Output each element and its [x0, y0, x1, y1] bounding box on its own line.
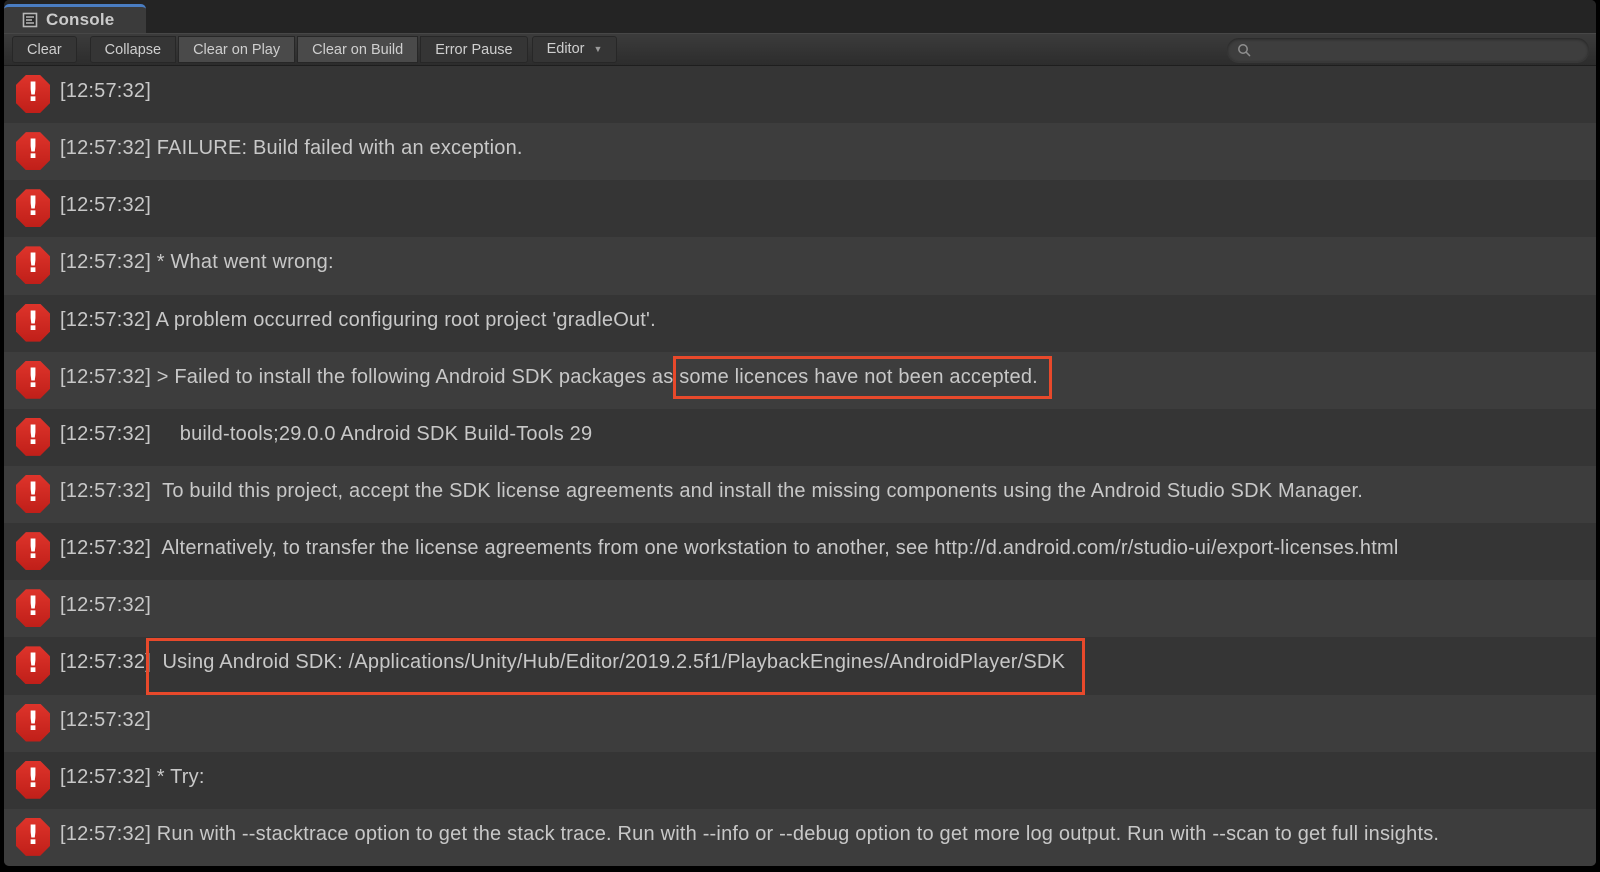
log-timestamp: [12:57:32]	[60, 423, 151, 445]
error-icon	[16, 646, 50, 684]
log-message: [12:57:32] Alternatively, to transfer th…	[60, 536, 1399, 560]
log-entry[interactable]: [12:57:32] To build this project, accept…	[4, 466, 1596, 523]
log-entry[interactable]: [12:57:32] FAILURE: Build failed with an…	[4, 123, 1596, 180]
log-message: [12:57:32] To build this project, accept…	[60, 479, 1363, 503]
clear-on-play-button[interactable]: Clear on Play	[178, 36, 295, 63]
log-message: [12:57:32] A problem occurred configurin…	[60, 308, 656, 332]
log-message: [12:57:32] * Try:	[60, 765, 205, 789]
log-text: Run with --stacktrace option to get the …	[151, 823, 1439, 845]
log-message: [12:57:32] build-tools;29.0.0 Android SD…	[60, 422, 592, 446]
log-text: FAILURE: Build failed with an exception.	[151, 137, 523, 159]
collapse-button[interactable]: Collapse	[90, 36, 176, 63]
error-icon	[16, 475, 50, 513]
error-icon	[16, 761, 50, 799]
annotation-highlight-box: Using Android SDK: /Applications/Unity/H…	[162, 651, 1065, 673]
log-timestamp: [12:57:32]	[60, 137, 151, 159]
error-icon	[16, 189, 50, 227]
log-text	[151, 651, 163, 673]
log-message: [12:57:32] * What went wrong:	[60, 250, 334, 274]
log-entry[interactable]: [12:57:32] * Try:	[4, 752, 1596, 809]
error-icon	[16, 418, 50, 456]
error-icon	[16, 304, 50, 342]
editor-dropdown[interactable]: Editor ▼	[532, 36, 618, 63]
log-timestamp: [12:57:32]	[60, 194, 151, 216]
annotation-highlight-box: some licences have not been accepted.	[679, 366, 1038, 388]
log-entry[interactable]: [12:57:32] * What went wrong:	[4, 237, 1596, 294]
log-message: [12:57:32] > Failed to install the follo…	[60, 365, 1038, 389]
log-text: To build this project, accept the SDK li…	[151, 480, 1363, 502]
log-timestamp: [12:57:32]	[60, 594, 151, 616]
console-log: [12:57:32] [12:57:32] FAILURE: Build fai…	[4, 66, 1596, 866]
log-entry[interactable]: [12:57:32] > Failed to install the follo…	[4, 352, 1596, 409]
log-timestamp: [12:57:32]	[60, 251, 151, 273]
error-icon	[16, 246, 50, 284]
tab-console[interactable]: Console	[4, 4, 146, 33]
log-message: [12:57:32]	[60, 593, 151, 617]
log-timestamp: [12:57:32]	[60, 823, 151, 845]
console-window: Console Clear Collapse Clear on Play Cle…	[4, 0, 1596, 866]
chevron-down-icon: ▼	[593, 36, 602, 63]
search-input[interactable]	[1257, 38, 1577, 62]
log-message: [12:57:32] Run with --stacktrace option …	[60, 822, 1439, 846]
error-icon	[16, 361, 50, 399]
log-timestamp: [12:57:32]	[60, 709, 151, 731]
log-text: * What went wrong:	[151, 251, 334, 273]
log-text: build-tools;29.0.0 Android SDK Build-Too…	[151, 423, 592, 445]
log-message: [12:57:32]	[60, 79, 151, 103]
log-entry[interactable]: [12:57:32] A problem occurred configurin…	[4, 295, 1596, 352]
error-icon	[16, 589, 50, 627]
log-text: Alternatively, to transfer the license a…	[151, 537, 1399, 559]
log-entry[interactable]: [12:57:32]	[4, 580, 1596, 637]
log-entry[interactable]: [12:57:32] Alternatively, to transfer th…	[4, 523, 1596, 580]
log-timestamp: [12:57:32]	[60, 537, 151, 559]
clear-on-build-button[interactable]: Clear on Build	[297, 36, 418, 63]
editor-dropdown-label: Editor	[547, 36, 585, 63]
error-icon	[16, 132, 50, 170]
log-message: [12:57:32]	[60, 193, 151, 217]
log-entry[interactable]: [12:57:32]	[4, 695, 1596, 752]
error-icon	[16, 75, 50, 113]
log-text: * Try:	[151, 766, 205, 788]
log-entry[interactable]: [12:57:32]	[4, 180, 1596, 237]
log-entry[interactable]: [12:57:32] Using Android SDK: /Applicati…	[4, 637, 1596, 694]
log-message: [12:57:32] Using Android SDK: /Applicati…	[60, 650, 1065, 674]
log-timestamp: [12:57:32]	[60, 651, 151, 673]
log-timestamp: [12:57:32]	[60, 309, 151, 331]
log-timestamp: [12:57:32]	[60, 480, 151, 502]
log-timestamp: [12:57:32]	[60, 80, 151, 102]
log-entry[interactable]: [12:57:32] build-tools;29.0.0 Android SD…	[4, 409, 1596, 466]
error-icon	[16, 532, 50, 570]
console-icon	[22, 12, 38, 28]
console-toolbar: Clear Collapse Clear on Play Clear on Bu…	[4, 33, 1596, 66]
log-message: [12:57:32]	[60, 708, 151, 732]
search-field[interactable]	[1227, 38, 1589, 62]
error-icon	[16, 704, 50, 742]
tab-title: Console	[46, 10, 114, 30]
log-message: [12:57:32] FAILURE: Build failed with an…	[60, 136, 523, 160]
error-pause-button[interactable]: Error Pause	[420, 36, 527, 63]
error-icon	[16, 818, 50, 856]
log-text: A problem occurred configuring root proj…	[151, 309, 656, 331]
clear-button[interactable]: Clear	[12, 36, 77, 63]
log-entry[interactable]: [12:57:32]	[4, 66, 1596, 123]
log-timestamp: [12:57:32]	[60, 366, 151, 388]
log-timestamp: [12:57:32]	[60, 766, 151, 788]
log-text: > Failed to install the following Androi…	[151, 366, 679, 388]
tab-bar: Console	[4, 0, 1596, 33]
log-entry[interactable]: [12:57:32] Run with --stacktrace option …	[4, 809, 1596, 866]
